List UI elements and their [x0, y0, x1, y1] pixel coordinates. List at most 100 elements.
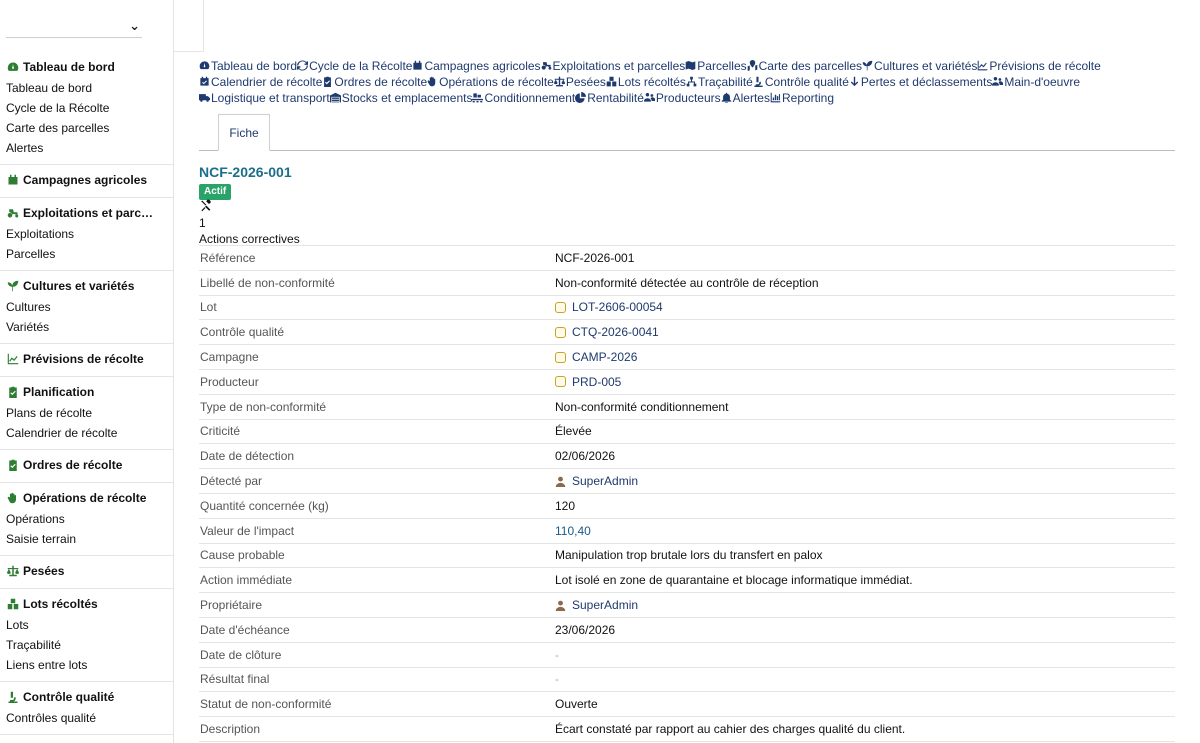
sidebar-group-label: Tableau de bord	[23, 60, 115, 74]
sidebar-item[interactable]: Plans de récolte	[0, 403, 173, 423]
sidebar-group-header[interactable]: Planification	[0, 381, 173, 403]
sidebar-group-header[interactable]: Cultures et variétés	[0, 275, 173, 297]
sidebar-item[interactable]: Cycle de la Récolte	[0, 98, 173, 118]
sidebar-group-header[interactable]: Tableau de bord	[0, 56, 173, 78]
sidebar-group: Opérations de récolte Opérations Saisie te…	[0, 483, 173, 556]
object-link-icon	[555, 301, 566, 313]
sidebar-item[interactable]: Carte des parcelles	[0, 118, 173, 138]
nav-link[interactable]: Pertes et déclassements	[849, 75, 992, 89]
sidebar-group-label: Campagnes agricoles	[23, 173, 148, 187]
sidebar-item[interactable]: Alertes	[0, 138, 173, 158]
field-value[interactable]: PRD-005	[555, 375, 1175, 389]
nav-link[interactable]: Tableau de bord	[199, 59, 297, 73]
sidebar-group: Prévisions de récolte	[0, 344, 173, 377]
field-value[interactable]: SuperAdmin	[555, 474, 1175, 488]
boxes-icon	[6, 598, 19, 611]
sidebar-item[interactable]: Saisie terrain	[0, 529, 173, 549]
nav-link-label: Contrôle qualité	[764, 75, 849, 89]
sidebar-group-header[interactable]: Exploitations et parc…	[0, 202, 173, 224]
field-value[interactable]: LOT-2606-00054	[555, 300, 1175, 314]
sidebar-group-header[interactable]: Pesées	[0, 560, 173, 582]
sidebar-item[interactable]: Cultures	[0, 297, 173, 317]
clipboard-check-icon	[6, 386, 19, 399]
nav-link-label: Cycle de la Récolte	[309, 59, 413, 73]
scale-icon	[553, 75, 565, 87]
sidebar-item[interactable]: Traçabilité	[0, 635, 173, 655]
nav-link-label: Producteurs	[655, 91, 721, 105]
sidebar-group-header[interactable]: Campagnes agricoles	[0, 169, 173, 191]
sidebar-item[interactable]: Tableau de bord	[0, 78, 173, 98]
sidebar-item[interactable]: Calendrier de récolte	[0, 423, 173, 443]
nav-link[interactable]: Lots récoltés	[606, 75, 686, 89]
nav-link[interactable]: Carte des parcelles	[747, 59, 862, 73]
sidebar-group-header[interactable]: Opérations de récolte	[0, 487, 173, 509]
sidebar-group-label: Planification	[23, 385, 95, 399]
nav-link-label: Campagnes agricoles	[424, 59, 541, 73]
field-value: 23/06/2026	[555, 623, 1175, 637]
sidebar-group-label: Ordres de récolte	[23, 458, 123, 472]
module-selector[interactable]: ⌄	[6, 14, 142, 38]
nav-link[interactable]: Producteurs	[643, 91, 721, 105]
nav-link[interactable]: Alertes	[721, 91, 770, 105]
nav-link[interactable]: Traçabilité	[686, 75, 753, 89]
nav-link[interactable]: Parcelles	[685, 59, 747, 73]
field-value[interactable]: SuperAdmin	[555, 598, 1175, 612]
nav-link[interactable]: Conditionnement	[472, 91, 575, 105]
sidebar-group-header[interactable]: Prévisions de récolte	[0, 348, 173, 370]
nav-link[interactable]: Main-d'oeuvre	[992, 75, 1080, 89]
gauge-icon	[6, 61, 19, 74]
field-row: Propriétaire SuperAdmin	[199, 593, 1175, 618]
field-label: Propriétaire	[200, 598, 263, 613]
field-value[interactable]: CAMP-2026	[555, 350, 1175, 364]
nav-link[interactable]: Ordres de récolte	[322, 75, 427, 89]
sidebar-item[interactable]: Lots	[0, 615, 173, 635]
nav-link[interactable]: Pesées	[553, 75, 606, 89]
field-value-text: -	[555, 647, 559, 662]
sidebar-item[interactable]: Opérations	[0, 509, 173, 529]
field-row: Campagne CAMP-2026	[199, 345, 1175, 370]
record-title: NCF-2026-001	[199, 164, 292, 180]
calendar-icon	[412, 59, 423, 70]
nav-link[interactable]: Rentabilité	[575, 91, 644, 105]
nav-link-label: Calendrier de récolte	[211, 75, 323, 89]
sidebar-item[interactable]: Exploitations	[0, 224, 173, 244]
sidebar-group-label: Prévisions de récolte	[23, 352, 144, 366]
tab-fiche[interactable]: Fiche	[218, 114, 270, 151]
nav-link[interactable]: Cycle de la Récolte	[297, 59, 412, 73]
nav-link[interactable]: Stocks et emplacements	[329, 91, 473, 105]
nav-link[interactable]: Calendrier de récolte	[199, 75, 322, 89]
nav-link[interactable]: Opérations de récolte	[427, 75, 554, 89]
seedling-icon	[6, 280, 19, 293]
sidebar-group-header[interactable]: Contrôle qualité	[0, 686, 173, 708]
truck-icon	[199, 91, 210, 102]
nav-link-label: Alertes	[732, 91, 770, 105]
field-label: Action immédiate	[200, 573, 293, 588]
nav-link[interactable]: Cultures et variétés	[862, 59, 977, 73]
chart-bar-icon	[770, 91, 781, 103]
corrective-actions-label[interactable]: Actions correctives	[199, 232, 300, 246]
field-row: Date de clôture -	[199, 643, 1175, 668]
sidebar-item[interactable]: Contrôles qualité	[0, 708, 173, 728]
sidebar-item[interactable]: Liens entre lots	[0, 655, 173, 675]
nav-link[interactable]: Logistique et transport	[199, 91, 330, 105]
nav-link[interactable]: Reporting	[770, 91, 834, 105]
sidebar: ⌄ Tableau de bord Tableau de bord Cycle de…	[0, 0, 174, 743]
tools-icon[interactable]	[199, 199, 213, 213]
field-value[interactable]: CTQ-2026-0041	[555, 325, 1175, 339]
microscope-icon	[6, 691, 19, 704]
sidebar-group-header[interactable]: Lots récoltés	[0, 593, 173, 615]
nav-link[interactable]: Campagnes agricoles	[412, 59, 541, 73]
nav-link[interactable]: Contrôle qualité	[753, 75, 849, 89]
nav-link[interactable]: Prévisions de récolte	[977, 59, 1101, 73]
nav-link-label: Logistique et transport	[211, 91, 330, 105]
sidebar-group-header[interactable]: Ordres de récolte	[0, 454, 173, 476]
sidebar-item[interactable]: Variétés	[0, 317, 173, 337]
tab-bar: Fiche	[199, 114, 1175, 151]
sidebar-group: Contrôle qualité Contrôles qualité	[0, 682, 173, 735]
nav-link[interactable]: Exploitations et parcelles	[541, 59, 685, 73]
sidebar-item[interactable]: Parcelles	[0, 244, 173, 264]
corrective-actions-count[interactable]: 1	[199, 216, 206, 230]
field-value-text: 120	[555, 498, 576, 513]
sidebar-group: Tableau de bord Tableau de bord Cycle de l…	[0, 52, 173, 165]
nav-link-label: Stocks et emplacements	[341, 91, 473, 105]
